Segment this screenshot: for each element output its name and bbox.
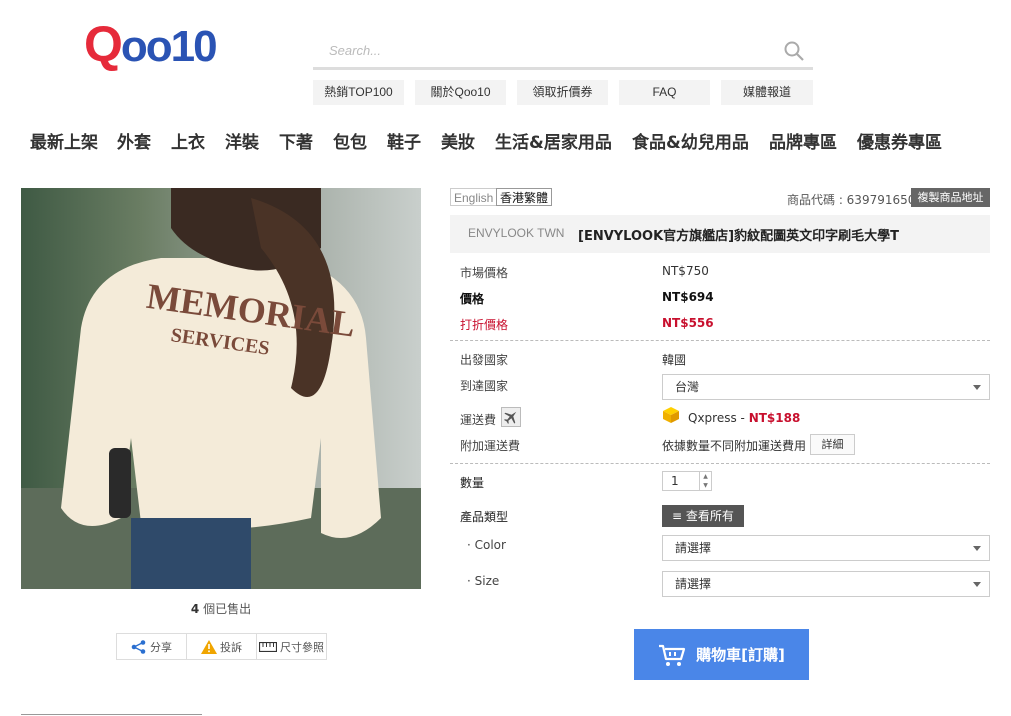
share-button[interactable]: 分享	[117, 634, 187, 659]
view-all-button[interactable]: ≡ 查看所有	[662, 505, 744, 527]
origin-country: 韓國	[662, 353, 687, 367]
destination-select[interactable]: 台灣	[662, 374, 990, 400]
origin-label: 出發國家	[460, 353, 509, 367]
category-shoes[interactable]: 鞋子	[387, 128, 421, 153]
shop-name[interactable]: ENVYLOOK TWN	[468, 226, 564, 240]
category-bags[interactable]: 包包	[333, 128, 367, 153]
category-food[interactable]: 食品&幼兒用品	[632, 128, 749, 153]
lang-english[interactable]: English	[450, 188, 498, 206]
quick-link-top100[interactable]: 熱銷TOP100	[313, 80, 404, 105]
color-label: · Color	[467, 538, 506, 552]
search-icon[interactable]	[783, 40, 805, 62]
qoo10-logo[interactable]: Qoo10	[84, 18, 218, 73]
category-coupon[interactable]: 優惠券專區	[857, 128, 942, 153]
size-label: · Size	[467, 574, 500, 588]
quantity-label: 數量	[460, 476, 485, 490]
chevron-down-icon	[973, 385, 981, 390]
report-button[interactable]: 投訴	[187, 634, 257, 659]
product-image[interactable]: MEMORIAL SERVICES	[21, 188, 421, 589]
shipping-label: 運送費	[460, 413, 497, 427]
category-new[interactable]: 最新上架	[30, 128, 98, 153]
product-code: 商品代碼 : 639791650	[787, 193, 916, 207]
category-tops[interactable]: 上衣	[171, 128, 205, 153]
quick-link-faq[interactable]: FAQ	[619, 80, 710, 105]
product-type-label: 產品類型	[460, 510, 509, 524]
quantity-down-button[interactable]: ▼	[699, 481, 711, 490]
search-bar	[313, 34, 813, 70]
size-chart-button[interactable]: 尺寸參照	[257, 634, 326, 659]
divider	[21, 714, 202, 715]
market-price: NT$750	[662, 264, 709, 278]
add-to-cart-button[interactable]: 購物車[訂購]	[634, 629, 809, 680]
color-select[interactable]: 請選擇	[662, 535, 990, 561]
price: NT$694	[662, 290, 714, 304]
box-icon	[663, 407, 679, 423]
quick-link-about[interactable]: 關於Qoo10	[415, 80, 506, 105]
list-icon: ≡	[672, 509, 686, 523]
extra-shipping-text: 依據數量不同附加運送費用	[662, 439, 807, 453]
product-actions: 分享 投訴 尺寸參照	[116, 633, 327, 660]
quantity-up-button[interactable]: ▲	[699, 472, 711, 481]
product-photo-illustration: MEMORIAL SERVICES	[21, 188, 421, 589]
market-price-label: 市場價格	[460, 266, 509, 280]
shipping-info: Qxpress - NT$188	[688, 411, 801, 425]
category-outer[interactable]: 外套	[117, 128, 151, 153]
divider	[450, 340, 990, 341]
airplane-icon	[501, 407, 521, 427]
ruler-icon	[259, 641, 277, 652]
copy-url-button[interactable]: 複製商品地址	[911, 188, 990, 207]
discount-price: NT$556	[662, 316, 714, 330]
warning-icon	[201, 639, 217, 654]
category-brand[interactable]: 品牌專區	[769, 128, 837, 153]
product-title: [ENVYLOOK官方旗艦店]豹紋配圖英文印字刷毛大學T	[578, 229, 899, 244]
quick-link-coupon[interactable]: 領取折價券	[517, 80, 608, 105]
category-dress[interactable]: 洋裝	[225, 128, 259, 153]
cart-icon	[659, 644, 686, 666]
search-input[interactable]	[313, 34, 753, 66]
lang-hk-traditional[interactable]: 香港繁體	[496, 188, 553, 206]
divider	[450, 463, 990, 464]
destination-label: 到達國家	[460, 379, 509, 393]
chevron-down-icon	[973, 582, 981, 587]
extra-shipping-label: 附加運送費	[460, 439, 521, 453]
price-label: 價格	[460, 292, 485, 306]
discount-price-label: 打折價格	[460, 318, 509, 332]
category-living[interactable]: 生活&居家用品	[495, 128, 612, 153]
chevron-down-icon	[973, 546, 981, 551]
sold-count: 4 個已售出	[190, 602, 252, 616]
size-select[interactable]: 請選擇	[662, 571, 990, 597]
detail-button[interactable]: 詳細	[810, 434, 855, 455]
quick-link-media[interactable]: 媒體報道	[721, 80, 813, 105]
category-beauty[interactable]: 美妝	[441, 128, 475, 153]
share-icon	[131, 639, 146, 654]
category-bottoms[interactable]: 下著	[279, 128, 313, 153]
